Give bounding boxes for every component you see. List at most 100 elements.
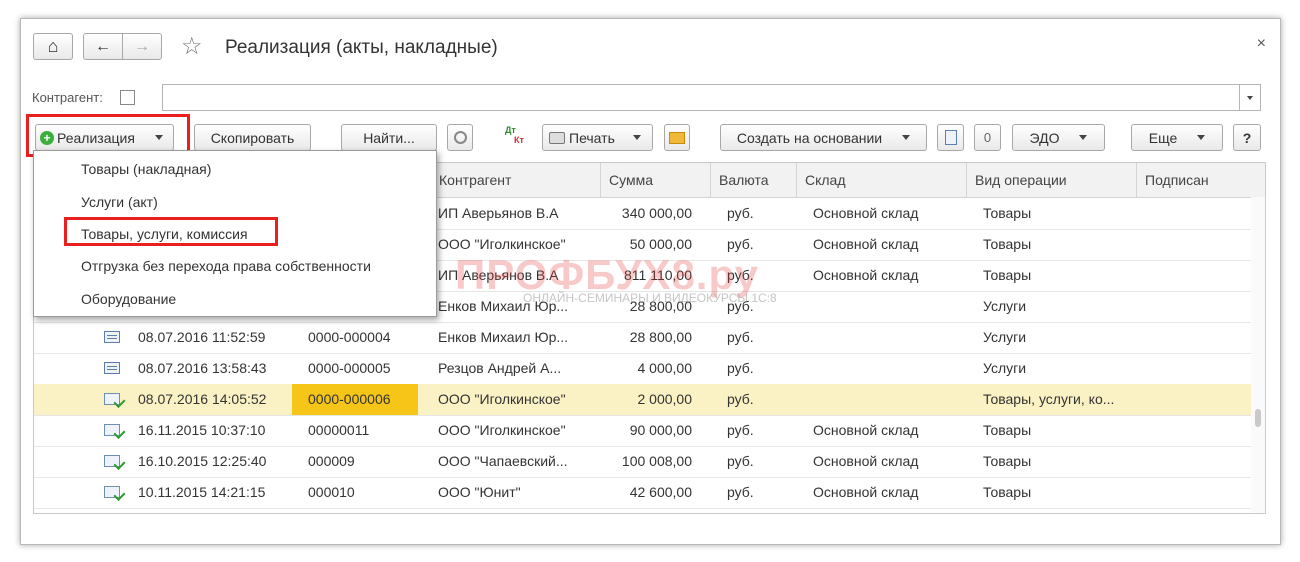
email-button[interactable]	[664, 124, 690, 151]
cell-operation: Товары	[983, 205, 1032, 221]
table-row[interactable]: 08.07.2016 14:05:52 0000-000006 ООО "Иголк…	[34, 384, 1265, 416]
find-button[interactable]: Найти...	[341, 124, 437, 151]
column-header-operation[interactable]: Вид операции	[966, 163, 1136, 197]
cell-contractor: Резцов Андрей А...	[438, 360, 562, 376]
cell-sum: 2 000,00	[637, 391, 693, 407]
document-posted-icon	[104, 486, 120, 498]
cell-currency: руб.	[727, 391, 754, 407]
close-icon[interactable]: ×	[1257, 35, 1266, 53]
search-clear-button[interactable]	[447, 124, 473, 151]
contractor-filter-dropdown[interactable]	[1239, 84, 1261, 111]
magnifier-icon	[453, 131, 467, 144]
cell-operation: Услуги	[983, 360, 1027, 376]
cell-operation: Товары	[983, 453, 1032, 469]
cell-currency: руб.	[727, 422, 754, 438]
cell-signed	[1144, 477, 1244, 508]
cell-warehouse: Основной склад	[813, 267, 919, 283]
cell-warehouse	[813, 291, 963, 322]
cell-operation: Услуги	[983, 298, 1027, 314]
chevron-down-icon	[1247, 95, 1253, 100]
cell-date: 08.07.2016 14:05:52	[138, 391, 267, 407]
contractor-filter-input[interactable]	[162, 84, 1261, 111]
cell-contractor: ИП Аверьянов В.А	[438, 205, 559, 221]
back-arrow-icon: ←	[95, 37, 111, 55]
cell-warehouse: Основной склад	[813, 422, 919, 438]
menu-item-services[interactable]: Услуги (акт)	[81, 194, 158, 210]
cell-date: 10.11.2015 14:21:15	[138, 484, 266, 500]
print-button[interactable]: Печать	[542, 124, 653, 151]
column-header-sum[interactable]: Сумма	[600, 163, 710, 197]
cell-operation: Товары, услуги, ко...	[983, 391, 1115, 407]
help-button[interactable]: ?	[1233, 124, 1261, 151]
cell-number: 0000-000006	[308, 391, 391, 407]
cell-warehouse: Основной склад	[813, 484, 919, 500]
dt-kt-button[interactable]: Дт Кт	[503, 125, 527, 149]
cell-sum: 28 800,00	[629, 329, 692, 345]
attachments-button[interactable]: 0	[974, 124, 1001, 151]
vertical-scrollbar[interactable]	[1251, 197, 1265, 513]
cell-operation: Товары	[983, 236, 1032, 252]
more-button[interactable]: Еще	[1131, 124, 1223, 151]
cell-currency: руб.	[727, 205, 754, 221]
create-based-on-label: Создать на основании	[736, 129, 883, 146]
cell-operation: Товары	[983, 267, 1032, 283]
copy-button[interactable]: Скопировать	[194, 124, 311, 151]
table-row[interactable]: 16.11.2015 10:37:10 00000011 ООО "Иголкинс…	[34, 415, 1265, 447]
home-button[interactable]: ⌂	[33, 33, 73, 60]
column-header-signed[interactable]: Подписан	[1136, 163, 1251, 197]
scrollbar-thumb[interactable]	[1255, 409, 1261, 427]
paperclip-icon: 0	[983, 130, 992, 145]
cell-date: 08.07.2016 11:52:59	[138, 329, 266, 345]
cell-warehouse: Основной склад	[813, 453, 919, 469]
menu-item-equipment[interactable]: Оборудование	[81, 291, 176, 307]
menu-item-goods[interactable]: Товары (накладная)	[81, 161, 211, 177]
cell-contractor: ООО "Чапаевский...	[438, 453, 568, 469]
realization-type-menu: Товары (накладная) Услуги (акт) Товары, …	[33, 150, 437, 317]
cell-signed	[1144, 229, 1244, 260]
column-header-currency[interactable]: Валюта	[710, 163, 796, 197]
cell-warehouse	[813, 322, 963, 353]
cell-date: 16.10.2015 12:25:40	[138, 453, 267, 469]
report-button[interactable]	[937, 124, 964, 151]
menu-item-shipment-without-ownership[interactable]: Отгрузка без перехода права собственност…	[81, 258, 371, 274]
cell-operation: Товары	[983, 422, 1032, 438]
table-row[interactable]: 10.11.2015 14:21:15 000010 ООО "Юнит" 42 60…	[34, 477, 1265, 509]
document-icon	[104, 362, 120, 374]
document-posted-icon	[104, 424, 120, 436]
cell-warehouse: Основной склад	[813, 205, 919, 221]
table-row[interactable]: 08.07.2016 11:52:59 0000-000004 Енков Миха…	[34, 322, 1265, 354]
cell-contractor: Енков Михаил Юр...	[438, 329, 569, 345]
cell-signed	[1144, 353, 1244, 384]
edo-button[interactable]: ЭДО	[1012, 124, 1105, 151]
kt-label: Кт	[514, 135, 524, 145]
back-button[interactable]: ←	[83, 33, 123, 60]
favorite-star-icon[interactable]: ☆	[181, 32, 203, 61]
cell-sum: 42 600,00	[629, 484, 692, 500]
window-title: Реализация (акты, накладные)	[225, 37, 498, 58]
chevron-down-icon	[632, 135, 641, 140]
contractor-filter-checkbox[interactable]	[120, 90, 135, 105]
table-row[interactable]: 08.07.2016 13:58:43 0000-000005 Резцов Анд…	[34, 353, 1265, 385]
cell-date: 08.07.2016 13:58:43	[138, 360, 267, 376]
table-row[interactable]: 16.10.2015 12:25:40 000009 ООО "Чапаевский…	[34, 446, 1265, 478]
document-list-window: ⌂ ← → ☆ Реализация (акты, накладные) × К…	[20, 18, 1281, 545]
cell-warehouse	[813, 384, 963, 415]
cell-number: 0000-000005	[308, 360, 391, 376]
contractor-filter-label: Контрагент:	[32, 90, 103, 105]
more-label: Еще	[1148, 129, 1178, 146]
chevron-down-icon	[1197, 135, 1206, 140]
create-based-on-button[interactable]: Создать на основании	[720, 124, 927, 151]
cell-contractor: ООО "Иголкинское"	[438, 422, 566, 438]
forward-button[interactable]: →	[122, 33, 162, 60]
column-header-contractor[interactable]: Контрагент	[430, 163, 600, 197]
column-header-warehouse[interactable]: Склад	[796, 163, 966, 197]
cell-signed	[1144, 384, 1244, 415]
cell-number: 000009	[308, 453, 355, 469]
watermark-subtitle: ОНЛАЙН-СЕМИНАРЫ И ВИДЕОКУРСЫ 1С:8	[523, 291, 777, 305]
cell-sum: 90 000,00	[629, 422, 692, 438]
cell-signed	[1144, 291, 1244, 322]
cell-currency: руб.	[727, 360, 754, 376]
cell-signed	[1144, 260, 1244, 291]
document-posted-icon	[104, 393, 120, 405]
dt-label: Дт	[505, 125, 516, 135]
